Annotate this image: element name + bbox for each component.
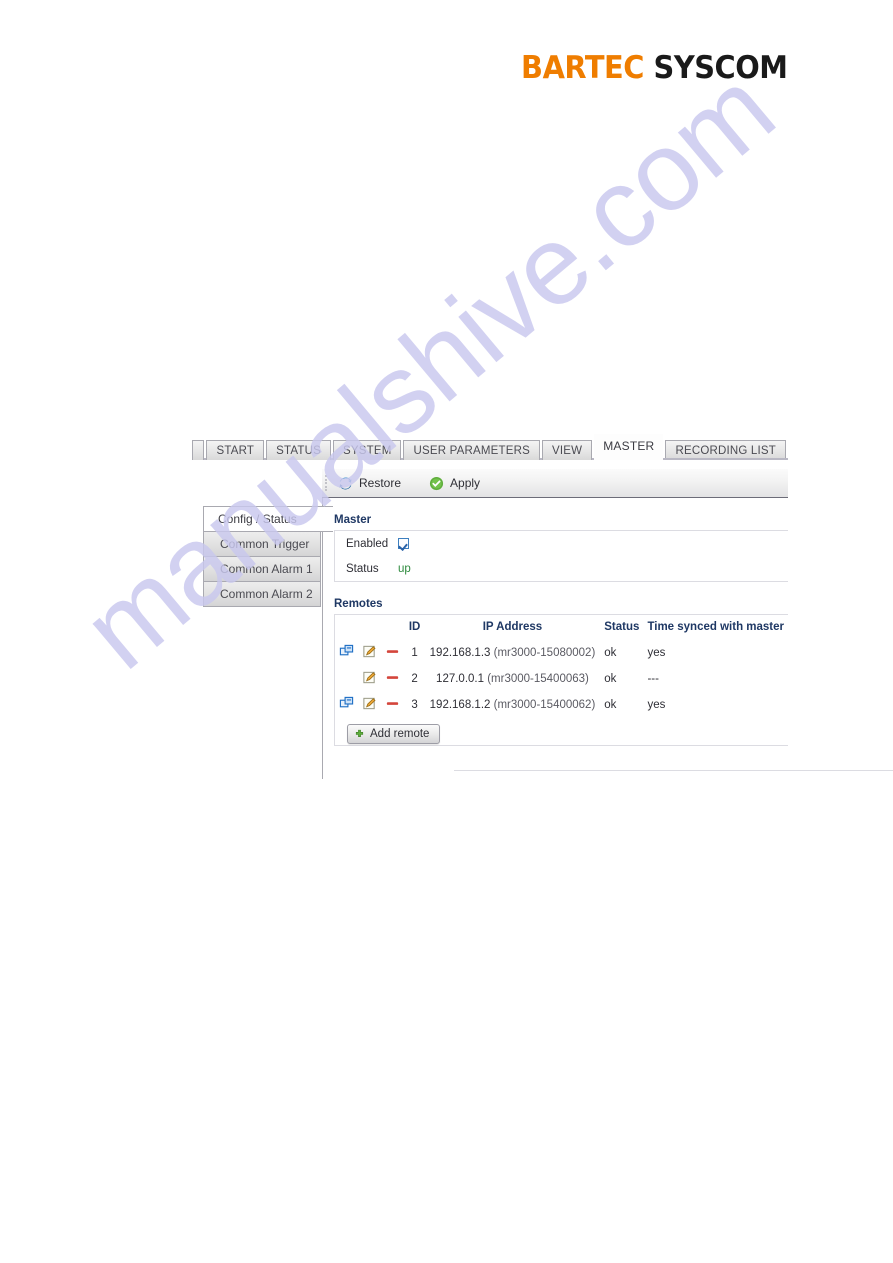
- col-status: Status: [604, 621, 640, 633]
- remote-desktop-icon[interactable]: [339, 644, 354, 659]
- pane-bottom-divider: [454, 770, 893, 771]
- plus-icon: [355, 729, 364, 737]
- col-id: ID: [408, 621, 421, 633]
- remote-synced: yes: [647, 699, 666, 711]
- check-circle-icon: [429, 476, 444, 490]
- remote-connect-cell-empty: [335, 666, 358, 692]
- side-tab-list: Config / Status Common Trigger Common Al…: [203, 506, 333, 607]
- remote-delete-cell[interactable]: [381, 640, 404, 666]
- brand-bartec: BARTEC: [521, 50, 645, 86]
- tab-status[interactable]: STATUS: [266, 440, 331, 460]
- tab-master[interactable]: MASTER: [594, 434, 664, 460]
- remote-serial: (mr3000-15400063): [487, 673, 589, 685]
- remote-connect-cell[interactable]: [335, 692, 358, 718]
- master-status-value: up: [398, 562, 411, 575]
- tab-view[interactable]: VIEW: [542, 440, 593, 460]
- master-enabled-label: Enabled: [346, 537, 389, 550]
- side-tab-common-alarm-1[interactable]: Common Alarm 1: [203, 557, 321, 582]
- remote-delete-cell[interactable]: [381, 666, 404, 692]
- table-row: 1 192.168.1.3 (mr3000-15080002) ok yes: [335, 640, 788, 666]
- master-enabled-row: Enabled: [335, 531, 788, 556]
- master-status-row: Status up: [335, 556, 788, 581]
- remote-status: ok: [604, 699, 617, 711]
- side-tab-common-trigger[interactable]: Common Trigger: [203, 532, 321, 557]
- tab-blank[interactable]: [192, 440, 205, 460]
- edit-pencil-icon[interactable]: [362, 670, 377, 685]
- tab-start[interactable]: START: [206, 440, 265, 460]
- tab-recording-list[interactable]: RECORDING LIST: [665, 440, 786, 460]
- master-enabled-checkbox[interactable]: [398, 538, 409, 549]
- remote-id: 2: [411, 673, 418, 685]
- col-edit: [358, 615, 381, 640]
- col-delete: [381, 615, 404, 640]
- remotes-table: ID IP Address Status Time synced with ma…: [335, 615, 788, 718]
- brand-syscom: SYSCOM: [654, 50, 788, 86]
- remote-ip: 127.0.0.1: [436, 673, 485, 685]
- remote-delete-cell[interactable]: [381, 692, 404, 718]
- remote-ip: 192.168.1.3: [429, 647, 491, 659]
- remote-serial: (mr3000-15080002): [493, 647, 596, 659]
- remote-status: ok: [604, 673, 617, 685]
- remove-minus-icon[interactable]: [385, 696, 400, 711]
- remote-ip: 192.168.1.2: [429, 699, 491, 711]
- col-connect: [335, 615, 358, 640]
- edit-pencil-icon[interactable]: [362, 696, 377, 711]
- table-row: 2 127.0.0.1 (mr3000-15400063) ok ---: [335, 666, 788, 692]
- refresh-icon: [339, 477, 352, 489]
- table-row: 3 192.168.1.2 (mr3000-15400062) ok yes: [335, 692, 788, 718]
- remotes-section-title: Remotes: [334, 598, 383, 610]
- side-tab-config-status[interactable]: Config / Status: [203, 506, 333, 532]
- master-groupbox: Enabled Status up: [334, 530, 788, 582]
- restore-button[interactable]: Restore: [336, 475, 403, 492]
- tab-user-parameters[interactable]: USER PARAMETERS: [403, 440, 541, 460]
- apply-label: Apply: [450, 476, 481, 490]
- remote-edit-cell[interactable]: [358, 666, 381, 692]
- remote-desktop-icon[interactable]: [339, 696, 354, 711]
- remote-edit-cell[interactable]: [358, 692, 381, 718]
- toolbar-grip[interactable]: [325, 475, 329, 491]
- restore-label: Restore: [359, 476, 402, 490]
- remotes-groupbox: ID IP Address Status Time synced with ma…: [334, 614, 788, 746]
- master-section-title: Master: [334, 514, 372, 526]
- remote-ip-cell: 192.168.1.3 (mr3000-15080002): [425, 640, 601, 666]
- remote-id: 1: [411, 647, 418, 659]
- remote-synced: yes: [647, 647, 666, 659]
- side-tab-common-alarm-2[interactable]: Common Alarm 2: [203, 582, 321, 607]
- apply-button[interactable]: Apply: [427, 475, 482, 492]
- action-toolbar: Restore Apply: [322, 469, 788, 498]
- remote-id: 3: [411, 699, 418, 711]
- remotes-header-row: ID IP Address Status Time synced with ma…: [335, 615, 788, 640]
- main-tab-bar: START STATUS SYSTEM USER PARAMETERS VIEW…: [192, 434, 788, 460]
- application-screenshot: START STATUS SYSTEM USER PARAMETERS VIEW…: [192, 434, 893, 779]
- tab-system[interactable]: SYSTEM: [332, 440, 402, 460]
- remote-synced: ---: [647, 673, 659, 685]
- col-ip-address: IP Address: [482, 621, 543, 633]
- remove-minus-icon[interactable]: [385, 670, 400, 685]
- brand-logo: BARTEC SYSCOM: [521, 50, 789, 86]
- config-status-pane: Master Enabled Status up Remotes ID IP A…: [322, 498, 893, 779]
- remote-serial: (mr3000-15400062): [493, 699, 596, 711]
- master-status-label: Status: [346, 562, 379, 575]
- edit-pencil-icon[interactable]: [362, 644, 377, 659]
- remote-ip-cell: 127.0.0.1 (mr3000-15400063): [425, 666, 601, 692]
- panel-body: Config / Status Common Trigger Common Al…: [192, 498, 893, 779]
- remote-connect-cell[interactable]: [335, 640, 358, 666]
- add-remote-label: Add remote: [370, 728, 430, 740]
- remote-edit-cell[interactable]: [358, 640, 381, 666]
- col-time-synced: Time synced with master: [647, 621, 784, 633]
- remote-status: ok: [604, 647, 617, 659]
- remote-ip-cell: 192.168.1.2 (mr3000-15400062): [425, 692, 601, 718]
- remove-minus-icon[interactable]: [385, 644, 400, 659]
- add-remote-button[interactable]: Add remote: [347, 724, 441, 744]
